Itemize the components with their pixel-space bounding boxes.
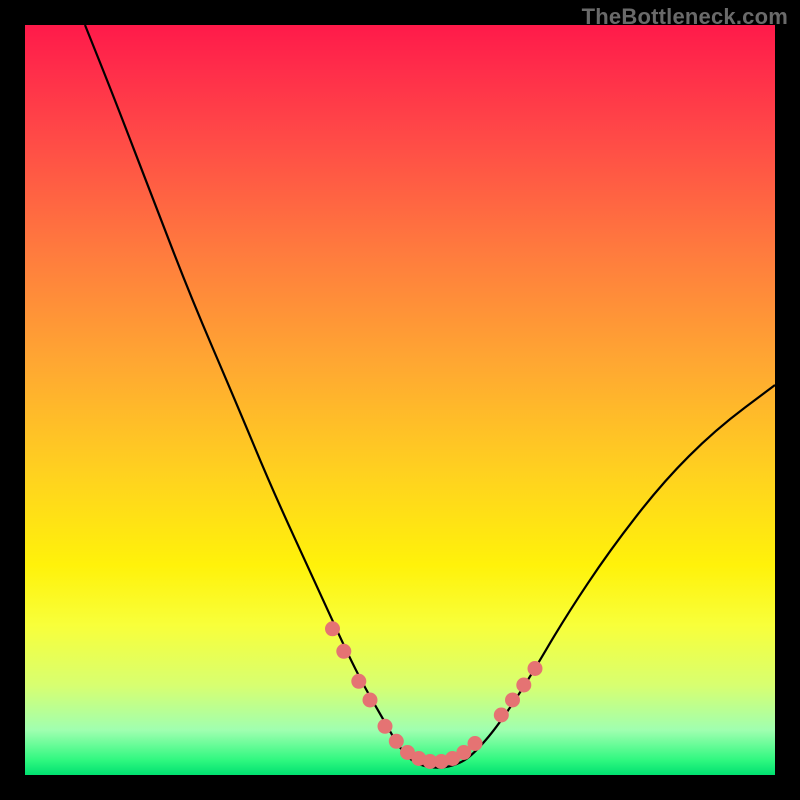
data-dot [494,708,509,723]
data-dot [528,661,543,676]
chart-svg [25,25,775,775]
data-dot [378,719,393,734]
data-dot [351,674,366,689]
data-dot [516,678,531,693]
data-dot [336,644,351,659]
data-dots [325,621,543,769]
data-dot [363,693,378,708]
data-dot [325,621,340,636]
data-dot [389,734,404,749]
data-dot [505,693,520,708]
watermark-text: TheBottleneck.com [582,4,788,30]
data-dot [468,736,483,751]
bottleneck-curve [85,25,775,768]
outer-frame: TheBottleneck.com [0,0,800,800]
